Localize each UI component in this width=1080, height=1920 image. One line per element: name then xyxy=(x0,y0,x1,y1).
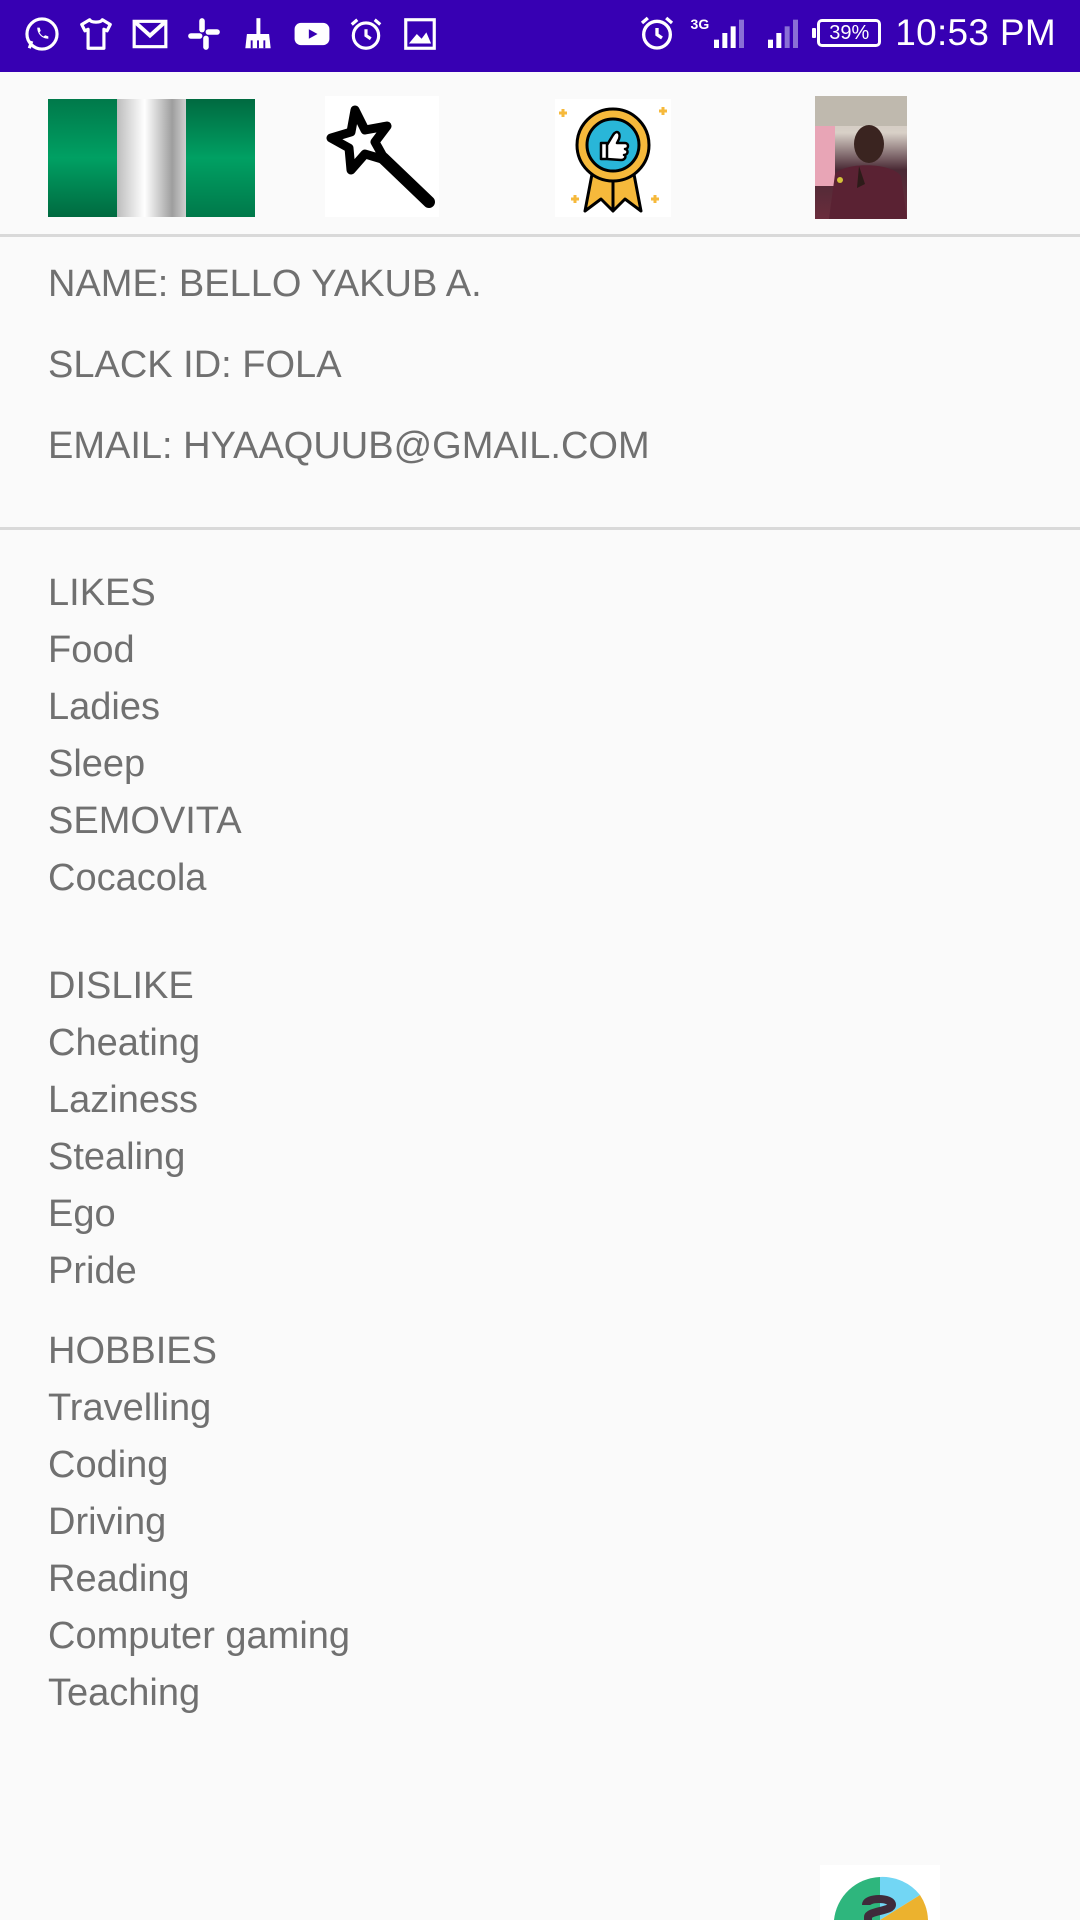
status-bar: 3G 39% 10:53 PM xyxy=(0,0,1080,72)
network-type-label: 3G xyxy=(690,16,710,32)
broom-icon xyxy=(238,14,278,54)
dislikes-section: DISLIKE Cheating Laziness Stealing Ego P… xyxy=(48,958,200,1300)
flag-green-stripe xyxy=(48,99,117,217)
header-divider xyxy=(0,234,1080,237)
list-item: Stealing xyxy=(48,1136,186,1178)
youtube-icon xyxy=(292,14,332,54)
hobbies-section: HOBBIES Travelling Coding Driving Readin… xyxy=(48,1323,350,1722)
dislikes-title: DISLIKE xyxy=(48,965,194,1007)
list-item: Food xyxy=(48,629,135,671)
profile-email: EMAIL: HYAAQUUB@GMAIL.COM xyxy=(48,425,650,467)
hobbies-title: HOBBIES xyxy=(48,1330,217,1372)
system-icons: 3G 39% 10:53 PM xyxy=(637,12,1056,54)
notification-icons xyxy=(22,14,440,54)
list-item: Reading xyxy=(48,1558,190,1600)
slack-icon xyxy=(184,14,224,54)
flag-green-stripe xyxy=(186,99,255,217)
slack-logo-image xyxy=(820,1865,940,1920)
list-item: Travelling xyxy=(48,1387,212,1429)
list-item: Driving xyxy=(48,1501,167,1543)
alarm-icon xyxy=(346,14,386,54)
list-item: Laziness xyxy=(48,1079,198,1121)
info-divider xyxy=(0,527,1080,530)
list-item: Ladies xyxy=(48,686,160,728)
list-item: Cocacola xyxy=(48,857,207,899)
list-item: Cheating xyxy=(48,1022,201,1064)
nigeria-flag-image xyxy=(48,99,255,217)
signal-icon xyxy=(709,13,749,53)
profile-name: NAME: BELLO YAKUB A. xyxy=(48,263,482,305)
likes-title: LIKES xyxy=(48,572,156,614)
list-item: SEMOVITA xyxy=(48,800,242,842)
battery-icon: 39% xyxy=(812,19,882,47)
flag-white-stripe xyxy=(117,99,186,217)
gmail-icon xyxy=(130,14,170,54)
shirt-icon xyxy=(76,14,116,54)
profile-slack-id: SLACK ID: FOLA xyxy=(48,344,342,386)
likes-section: LIKES Food Ladies Sleep SEMOVITA Cocacol… xyxy=(48,565,242,907)
profile-info: NAME: BELLO YAKUB A. SLACK ID: FOLA EMAI… xyxy=(48,265,650,508)
list-item: Teaching xyxy=(48,1672,201,1714)
image-icon xyxy=(400,14,440,54)
battery-level: 39% xyxy=(829,21,870,44)
list-item: Ego xyxy=(48,1193,116,1235)
list-item: Sleep xyxy=(48,743,146,785)
whatsapp-icon xyxy=(22,14,62,54)
signal-icon xyxy=(763,13,803,53)
header-image-row xyxy=(0,72,1080,234)
list-item: Computer gaming xyxy=(48,1615,351,1657)
clock: 10:53 PM xyxy=(895,12,1056,53)
profile-photo-image xyxy=(815,96,907,219)
list-item: Coding xyxy=(48,1444,169,1486)
list-item: Pride xyxy=(48,1250,137,1292)
thumbs-up-badge-image xyxy=(555,99,671,217)
magic-wand-image xyxy=(325,96,439,217)
alarm-icon xyxy=(637,13,677,53)
